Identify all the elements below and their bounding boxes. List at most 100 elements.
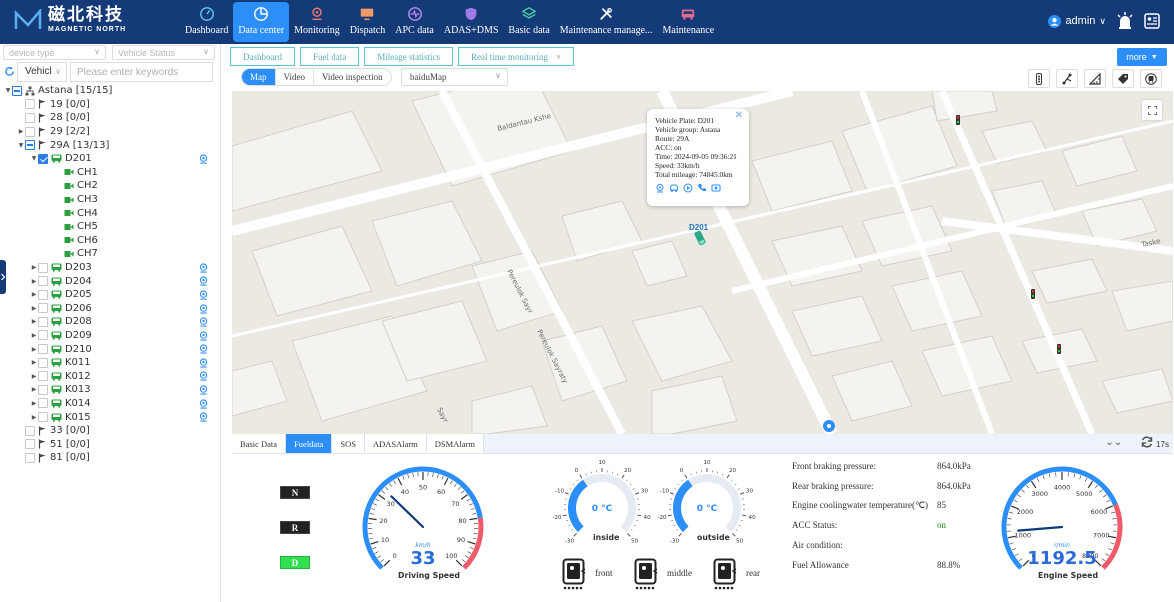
view-tab[interactable]: Map (242, 69, 276, 85)
track-icon[interactable] (655, 183, 665, 193)
locate-icon[interactable] (199, 290, 208, 300)
tree-node[interactable]: ▶ D203 (4, 261, 218, 275)
locate-icon[interactable] (199, 385, 208, 395)
nav-monitoring[interactable]: Monitoring (289, 2, 345, 42)
expand-right-icon[interactable]: ▶ (30, 346, 38, 353)
tree-node[interactable]: CH5 (4, 220, 218, 234)
tree-node[interactable]: 51 [0/0] (4, 437, 218, 451)
nav-maintenance-manage[interactable]: Maintenance manage... (555, 2, 658, 42)
tree-node[interactable]: ▶ D206 (4, 302, 218, 316)
nav-dispatch[interactable]: Dispatch (345, 2, 391, 42)
tree-node[interactable]: 19 [0/0] (4, 98, 218, 112)
tree-checkbox[interactable] (38, 330, 48, 341)
map-provider-select[interactable]: baiduMap ∨ (401, 68, 508, 86)
tree-node[interactable]: ▶ 29 [2/2] (4, 125, 218, 139)
locate-icon[interactable] (199, 331, 208, 341)
expand-right-icon[interactable]: ▶ (30, 359, 38, 366)
data-tab[interactable]: DSMAlarm (426, 434, 484, 453)
vehicle-icon[interactable] (669, 183, 679, 193)
tree-checkbox[interactable] (38, 398, 48, 409)
collapse-icon[interactable]: ⌄⌄ (1105, 437, 1122, 448)
tree-node[interactable]: ▶ D208 (4, 315, 218, 329)
expand-down-icon[interactable]: ▼ (17, 142, 25, 149)
tree-node[interactable]: CH2 (4, 179, 218, 193)
refresh-timer[interactable]: 17s (1140, 435, 1169, 449)
tree-node[interactable]: ▶ D209 (4, 329, 218, 343)
expand-right-icon[interactable]: ▶ (30, 278, 38, 285)
expand-right-icon[interactable]: ▶ (30, 414, 38, 421)
page-tab[interactable]: Mileage statistics (364, 47, 453, 66)
alarm-light-icon[interactable] (1116, 12, 1134, 30)
tree-node[interactable]: CH3 (4, 193, 218, 207)
tree-node[interactable]: ▶ D210 (4, 342, 218, 356)
tree-node[interactable]: ▼ Astana [15/15] (4, 84, 218, 98)
nav-adas-dms[interactable]: ADAS+DMS (439, 2, 504, 42)
tree-checkbox[interactable] (38, 412, 48, 423)
page-tab[interactable]: Real time monitoring × (458, 47, 575, 66)
expand-right-icon[interactable]: ▶ (30, 264, 38, 271)
tree-node[interactable]: CH4 (4, 206, 218, 220)
data-tab[interactable]: ADASAlarm (364, 434, 427, 453)
tree-checkbox[interactable] (38, 344, 48, 355)
refresh-icon[interactable] (4, 66, 15, 77)
vehicle-tool[interactable] (1140, 69, 1162, 88)
expand-right-icon[interactable]: ▶ (30, 373, 38, 380)
tree-checkbox[interactable] (25, 425, 35, 436)
search-input[interactable] (70, 62, 213, 82)
tree-node[interactable]: ▼ 29A [13/13] (4, 138, 218, 152)
map-view[interactable]: Baldantau Kshe Pereulok Sayr Pereulok Sa… (232, 91, 1173, 434)
more-button[interactable]: more ▼ (1117, 48, 1167, 66)
tree-checkbox[interactable] (25, 439, 35, 450)
tree-node[interactable]: ▶ K012 (4, 369, 218, 383)
tree-node[interactable]: ▶ K011 (4, 356, 218, 370)
expand-right-icon[interactable]: ▶ (17, 128, 25, 135)
tree-node[interactable]: ▶ K013 (4, 383, 218, 397)
locate-icon[interactable] (199, 399, 208, 409)
data-tab[interactable]: Fueldata (286, 434, 333, 453)
locate-icon[interactable] (199, 344, 208, 354)
expand-right-icon[interactable]: ▶ (30, 305, 38, 312)
tree-node[interactable]: ▶ D205 (4, 288, 218, 302)
brand-logo[interactable]: 磁北科技 MAGNETIC NORTH (14, 7, 126, 33)
phone-icon[interactable] (697, 183, 707, 193)
traffic-light-tool[interactable] (1028, 69, 1050, 88)
tree-node[interactable]: CH1 (4, 166, 218, 180)
measure-tool[interactable] (1084, 69, 1106, 88)
view-tab[interactable]: Video (276, 69, 314, 85)
vehicle-status-select[interactable]: Vehicle Status ∨ (112, 45, 215, 60)
tree-checkbox[interactable] (25, 99, 35, 110)
tree-checkbox[interactable] (25, 112, 35, 123)
close-icon[interactable]: ✕ (735, 111, 743, 121)
tree-node[interactable]: ▶ D204 (4, 274, 218, 288)
nav-basic-data[interactable]: Basic data (503, 2, 554, 42)
tree-checkbox[interactable] (38, 303, 48, 314)
tree-node[interactable]: 81 [0/0] (4, 451, 218, 465)
close-tab-icon[interactable]: × (556, 52, 561, 62)
locate-icon[interactable] (199, 412, 208, 422)
expand-down-icon[interactable]: ▼ (4, 87, 12, 94)
expand-right-icon[interactable]: ▶ (30, 332, 38, 339)
tree-checkbox[interactable] (25, 126, 35, 137)
tree-checkbox[interactable] (38, 384, 48, 395)
tree-checkbox[interactable] (38, 357, 48, 368)
locate-icon[interactable] (199, 371, 208, 382)
tree-node[interactable]: ▶ K015 (4, 410, 218, 424)
locate-icon[interactable] (199, 154, 208, 164)
locate-icon[interactable] (199, 263, 208, 273)
tree-node[interactable]: ▶ K014 (4, 397, 218, 411)
expand-down-icon[interactable]: ▼ (30, 155, 38, 162)
tree-checkbox[interactable] (38, 316, 48, 327)
fullscreen-button[interactable] (1142, 100, 1162, 120)
tree-node[interactable]: ▼ D201 (4, 152, 218, 166)
panel-collapse-handle[interactable] (0, 260, 6, 294)
locate-icon[interactable] (199, 276, 208, 286)
profile-card-icon[interactable] (1144, 13, 1160, 29)
page-tab[interactable]: Dashboard (230, 47, 295, 66)
locate-icon[interactable] (199, 317, 208, 327)
tree-checkbox[interactable] (25, 452, 35, 463)
locate-icon[interactable] (199, 303, 208, 314)
page-tab[interactable]: Fuel data (300, 47, 360, 66)
tree-checkbox[interactable] (12, 85, 22, 96)
view-tab[interactable]: Video inspection (314, 69, 391, 85)
nav-data-center[interactable]: Data center (233, 2, 290, 42)
